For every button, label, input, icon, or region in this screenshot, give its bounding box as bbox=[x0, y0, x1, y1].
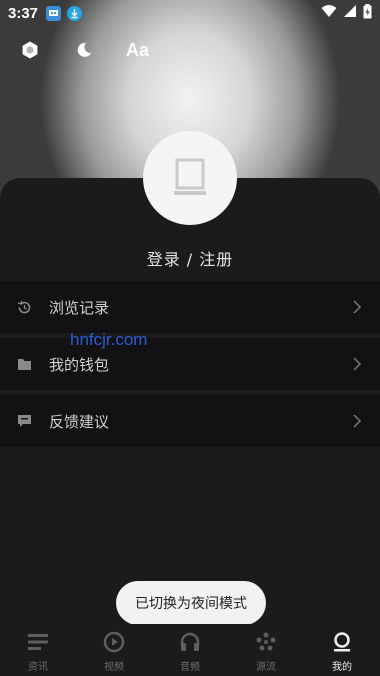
menu-item-label: 我的钱包 bbox=[49, 355, 110, 374]
menu-item-history[interactable]: 浏览记录 bbox=[0, 281, 380, 333]
menu-item-feedback[interactable]: 反馈建议 bbox=[0, 395, 380, 447]
headphones-icon bbox=[178, 630, 202, 654]
nav-label: 视频 bbox=[104, 662, 124, 673]
status-bar: 3:37 bbox=[0, 0, 380, 26]
watermark-text: hnfcjr.com bbox=[70, 330, 148, 349]
status-time: 3:37 bbox=[8, 4, 39, 22]
nav-item-video[interactable]: 视频 bbox=[76, 624, 152, 676]
font-size-button[interactable]: Aa bbox=[126, 40, 149, 61]
download-notification-icon bbox=[67, 5, 83, 21]
signal-icon bbox=[343, 4, 357, 22]
menu-item-label: 浏览记录 bbox=[49, 298, 110, 317]
nav-label: 音频 bbox=[180, 662, 200, 673]
news-icon bbox=[26, 630, 50, 654]
header-tools: Aa bbox=[18, 38, 149, 62]
nav-item-source[interactable]: 源流 bbox=[228, 624, 304, 676]
login-register-link[interactable]: 登录 / 注册 bbox=[0, 246, 380, 270]
wallet-icon bbox=[16, 356, 32, 372]
feedback-icon bbox=[16, 413, 32, 429]
nav-label: 我的 bbox=[332, 662, 352, 673]
wifi-icon bbox=[321, 4, 337, 22]
source-icon bbox=[254, 630, 278, 654]
toast-message: 已切换为夜间模式 bbox=[116, 581, 266, 625]
night-mode-icon[interactable] bbox=[72, 38, 96, 62]
app-notification-icon bbox=[46, 5, 62, 21]
settings-icon[interactable] bbox=[18, 38, 42, 62]
bottom-nav: 资讯 视频 音频 源流 我的 bbox=[0, 624, 380, 676]
nav-label: 资讯 bbox=[28, 662, 48, 673]
profile-icon bbox=[330, 630, 354, 654]
nav-item-audio[interactable]: 音频 bbox=[152, 624, 228, 676]
nav-item-news[interactable]: 资讯 bbox=[0, 624, 76, 676]
chevron-right-icon bbox=[352, 356, 364, 372]
chevron-right-icon bbox=[352, 413, 364, 429]
video-icon bbox=[102, 630, 126, 654]
menu-item-wallet[interactable]: 我的钱包 bbox=[0, 338, 380, 390]
nav-item-profile[interactable]: 我的 bbox=[304, 624, 380, 676]
nav-label: 源流 bbox=[256, 662, 276, 673]
history-icon bbox=[16, 299, 32, 315]
avatar-placeholder-icon bbox=[174, 158, 206, 195]
chevron-right-icon bbox=[352, 299, 364, 315]
battery-icon bbox=[363, 3, 372, 23]
avatar[interactable] bbox=[143, 131, 237, 225]
menu-item-label: 反馈建议 bbox=[49, 412, 110, 431]
